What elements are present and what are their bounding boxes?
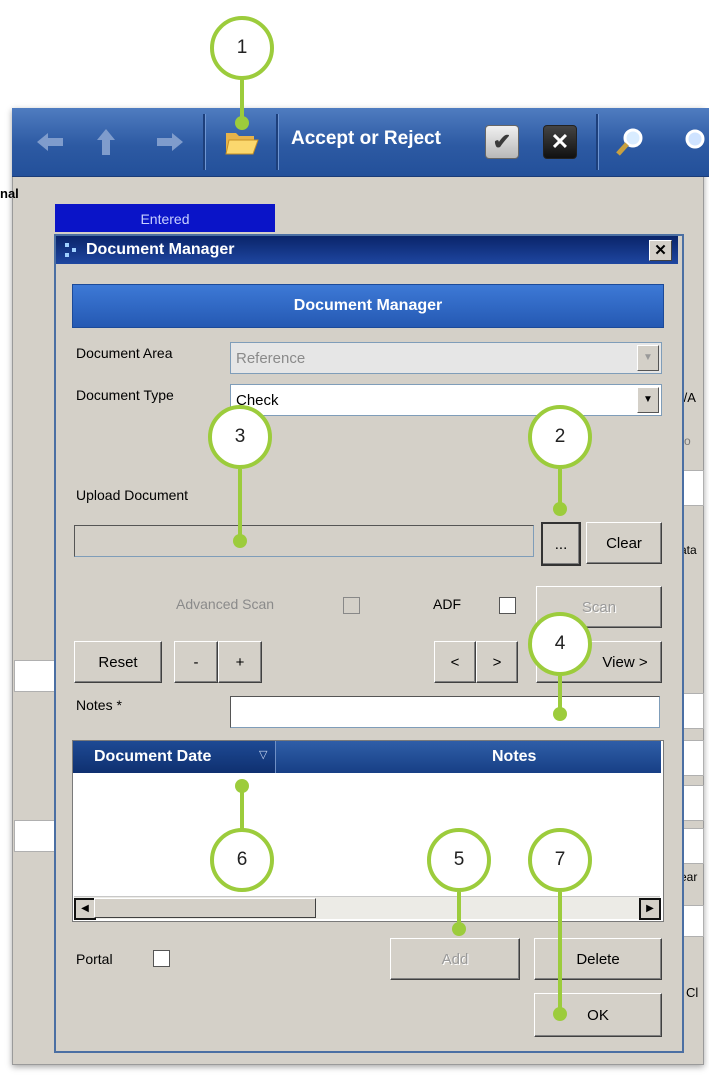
close-icon[interactable]: ✕ — [649, 240, 672, 261]
status-cell: Entered — [55, 204, 275, 232]
callout-1: 1 — [210, 16, 274, 80]
column-header-document-date[interactable]: Document Date ▽ — [73, 741, 276, 773]
toolbar-separator — [203, 114, 206, 170]
background-label-fragment: nal — [0, 186, 19, 201]
document-area-value: Reference — [236, 350, 306, 367]
callout-pointer-dot — [452, 922, 466, 936]
checkmark-icon[interactable]: ✔ — [482, 120, 522, 164]
callout-5: 5 — [427, 828, 491, 892]
app-icon — [64, 242, 82, 261]
callout-2: 2 — [528, 405, 592, 469]
scroll-left-icon[interactable]: ◀ — [74, 898, 96, 920]
magnifier-icon[interactable] — [670, 120, 709, 164]
toolbar-separator — [276, 114, 279, 170]
callout-pointer-dot — [233, 534, 247, 548]
callout-pointer — [558, 892, 562, 1014]
up-arrow-icon[interactable] — [84, 120, 128, 164]
forward-arrow-icon[interactable] — [148, 120, 192, 164]
advanced-scan-checkbox[interactable] — [343, 597, 360, 614]
zoom-out-button[interactable]: - — [174, 641, 218, 683]
callout-4: 4 — [528, 612, 592, 676]
document-type-select[interactable]: Check ▼ — [230, 384, 662, 416]
callout-pointer-dot — [235, 116, 249, 130]
column-header-notes-label: Notes — [492, 748, 537, 765]
chevron-down-icon: ▼ — [637, 345, 659, 371]
dialog-header-band: Document Manager — [72, 284, 664, 328]
sort-down-icon[interactable]: ▽ — [259, 748, 267, 761]
callout-pointer — [238, 469, 242, 541]
scroll-right-icon[interactable]: ▶ — [639, 898, 661, 920]
adf-label: ADF — [433, 596, 461, 612]
zoom-in-button[interactable]: + — [218, 641, 262, 683]
add-button[interactable]: Add — [390, 938, 520, 980]
notes-input[interactable] — [230, 696, 660, 728]
portal-label: Portal — [76, 951, 113, 967]
upload-document-label: Upload Document — [76, 487, 189, 503]
callout-3: 3 — [208, 405, 272, 469]
callout-pointer-dot — [553, 502, 567, 516]
accept-or-reject-label: Accept or Reject — [291, 128, 441, 149]
callout-pointer-dot — [553, 707, 567, 721]
column-header-document-date-label: Document Date — [94, 748, 212, 765]
next-button[interactable]: > — [476, 641, 518, 683]
background-text-fragment: Cl — [686, 985, 699, 1000]
back-arrow-icon[interactable] — [28, 120, 72, 164]
previous-button[interactable]: < — [434, 641, 476, 683]
callout-pointer-dot — [235, 779, 249, 793]
reset-button[interactable]: Reset — [74, 641, 162, 683]
document-type-label: Document Type — [76, 387, 174, 403]
scrollbar-thumb[interactable] — [94, 898, 316, 918]
portal-checkbox[interactable] — [153, 950, 170, 967]
background-text-fragment: o — [684, 434, 691, 448]
magnifier-icon[interactable] — [610, 120, 650, 164]
dialog-title: Document Manager — [86, 241, 235, 258]
background-field — [14, 820, 56, 852]
callout-6: 6 — [210, 828, 274, 892]
document-area-label: Document Area — [76, 345, 173, 361]
delete-button[interactable]: Delete — [534, 938, 662, 980]
column-header-notes[interactable]: Notes — [276, 741, 661, 773]
x-icon[interactable]: ✕ — [540, 120, 580, 164]
clear-button[interactable]: Clear — [586, 522, 662, 564]
callout-7: 7 — [528, 828, 592, 892]
callout-pointer-dot — [553, 1007, 567, 1021]
advanced-scan-label: Advanced Scan — [176, 596, 275, 612]
adf-checkbox[interactable] — [499, 597, 516, 614]
browse-button[interactable]: ... — [541, 522, 581, 566]
background-field — [14, 660, 56, 692]
chevron-down-icon[interactable]: ▼ — [637, 387, 659, 413]
document-area-select: Reference ▼ — [230, 342, 662, 374]
notes-label: Notes * — [76, 697, 122, 713]
toolbar-separator — [596, 114, 599, 170]
upload-path-field[interactable] — [74, 525, 534, 557]
